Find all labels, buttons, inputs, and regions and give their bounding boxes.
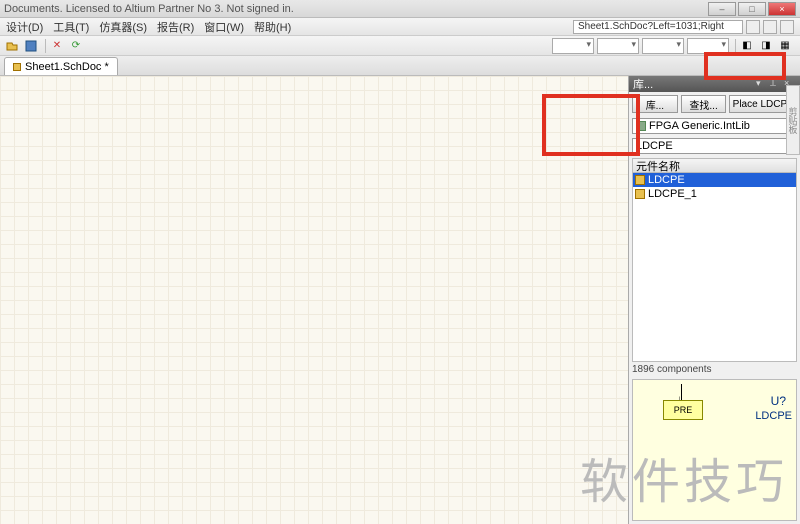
libraries-panel-title-bar[interactable]: 库... ▾ ⟂ × <box>629 76 800 92</box>
window-close-button[interactable]: × <box>768 2 796 16</box>
clipboard-side-tab[interactable]: 剪贴板 <box>786 85 800 155</box>
document-tab-label: Sheet1.SchDoc * <box>25 61 109 73</box>
preview-designator: U? <box>771 394 786 408</box>
library-dropdown-value: FPGA Generic.IntLib <box>649 120 750 132</box>
component-name: LDCPE <box>648 174 685 186</box>
component-preview: ↓ PRE U? LDCPE <box>632 379 797 521</box>
menu-window[interactable]: 窗口(W) <box>204 19 244 35</box>
panel-pin-icon[interactable]: ⟂ <box>770 78 782 90</box>
preview-box-label: PRE <box>663 400 703 420</box>
component-name: LDCPE_1 <box>648 188 697 200</box>
toolbar-combo-1[interactable] <box>552 38 594 54</box>
component-list[interactable]: LDCPE LDCPE_1 <box>632 172 797 362</box>
library-dropdown[interactable]: FPGA Generic.IntLib <box>632 118 797 134</box>
toolbar-combo-3[interactable] <box>642 38 684 54</box>
nav-fwd-icon[interactable] <box>763 20 777 34</box>
filter-dropdown[interactable]: LDCPE <box>632 138 797 154</box>
menu-tool[interactable]: 工具(T) <box>53 19 89 35</box>
list-item[interactable]: LDCPE <box>633 173 796 187</box>
component-list-header[interactable]: 元件名称 <box>632 158 797 172</box>
window-minimize-button[interactable]: – <box>708 2 736 16</box>
libraries-button[interactable]: 库... <box>632 95 678 113</box>
intlib-icon <box>636 121 646 131</box>
component-icon <box>635 189 645 199</box>
tool-icon-2[interactable]: ◨ <box>758 38 774 54</box>
save-icon[interactable] <box>23 38 39 54</box>
refresh-icon[interactable]: ⟳ <box>68 38 84 54</box>
tool-icon-3[interactable]: ▦ <box>777 38 793 54</box>
component-count-label: 1896 components <box>632 364 797 375</box>
preview-component-name: LDCPE <box>755 410 792 422</box>
search-button[interactable]: 查找... <box>681 95 727 113</box>
toolbar: ✕ ⟳ ◧ ◨ ▦ <box>0 36 800 56</box>
menu-bar: 设计(D) 工具(T) 仿真器(S) 报告(R) 窗口(W) 帮助(H) She… <box>0 18 800 36</box>
tool-icon-1[interactable]: ◧ <box>739 38 755 54</box>
title-bar: Documents. Licensed to Altium Partner No… <box>0 0 800 18</box>
panel-dropdown-icon[interactable]: ▾ <box>756 78 768 90</box>
toolbar-combo-4[interactable] <box>687 38 729 54</box>
document-tab-bar: Sheet1.SchDoc * <box>0 56 800 76</box>
libraries-panel-title: 库... <box>633 76 653 92</box>
filter-value: LDCPE <box>636 140 673 152</box>
libraries-panel: 库... ▾ ⟂ × 库... 查找... Place LDCPE FPGA G… <box>628 76 800 524</box>
sch-doc-icon <box>13 63 21 71</box>
nav-back-icon[interactable] <box>746 20 760 34</box>
preview-symbol: PRE <box>663 400 703 420</box>
window-maximize-button[interactable]: □ <box>738 2 766 16</box>
list-item[interactable]: LDCPE_1 <box>633 187 796 201</box>
toolbar-combo-2[interactable] <box>597 38 639 54</box>
menu-design[interactable]: 设计(D) <box>6 19 43 35</box>
work-area: 库... ▾ ⟂ × 库... 查找... Place LDCPE FPGA G… <box>0 76 800 524</box>
menu-help[interactable]: 帮助(H) <box>254 19 291 35</box>
open-icon[interactable] <box>4 38 20 54</box>
menu-report[interactable]: 报告(R) <box>157 19 194 35</box>
schematic-canvas[interactable] <box>0 76 628 524</box>
title-text: Documents. Licensed to Altium Partner No… <box>4 3 294 15</box>
menu-simulator[interactable]: 仿真器(S) <box>99 19 147 35</box>
canvas-grid <box>0 76 628 524</box>
home-icon[interactable] <box>780 20 794 34</box>
cut-icon[interactable]: ✕ <box>49 38 65 54</box>
component-icon <box>635 175 645 185</box>
document-tab[interactable]: Sheet1.SchDoc * <box>4 57 118 75</box>
context-field[interactable]: Sheet1.SchDoc?Left=1031;Right <box>573 20 743 34</box>
